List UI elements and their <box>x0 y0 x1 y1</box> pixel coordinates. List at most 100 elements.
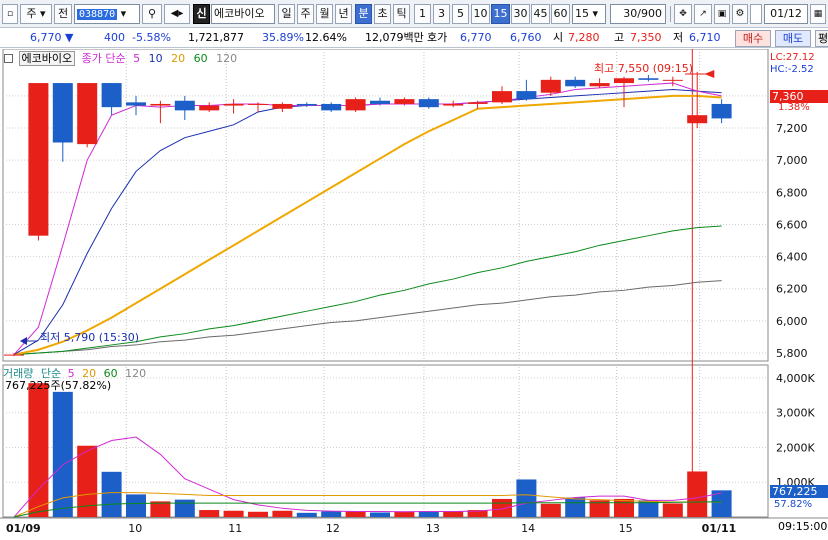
candle-body <box>370 100 390 104</box>
chart-canvas[interactable]: 7,4007,2007,0006,8006,6006,4006,2006,000… <box>0 49 828 540</box>
candle-body <box>28 83 49 236</box>
time-label: 09:15:00 <box>778 520 828 533</box>
volume-bar <box>345 511 366 517</box>
pct-tag: 1.38% <box>778 102 810 113</box>
candle-body <box>345 99 366 111</box>
count-field[interactable]: 30/900 <box>610 4 666 24</box>
volume-bar <box>199 510 220 517</box>
interval-60[interactable]: 60 <box>551 4 570 24</box>
window-menu-icon[interactable]: ▫ <box>2 4 18 24</box>
ratio: 12.64% <box>305 31 347 44</box>
ask-price: 6,770 <box>460 31 492 44</box>
candle-body <box>467 102 488 104</box>
sell-button[interactable]: 매도 <box>775 30 811 47</box>
period-minute[interactable]: 분 <box>355 4 372 24</box>
interval-30[interactable]: 30 <box>511 4 530 24</box>
candle-body <box>516 91 537 100</box>
calendar-icon[interactable]: ▦ <box>810 4 826 24</box>
volume-bar <box>248 511 268 517</box>
period-year[interactable]: 년 <box>335 4 352 24</box>
market-label: 주 <box>26 7 37 20</box>
save-icon[interactable]: ▣ <box>714 4 730 24</box>
volume-axis-label: 4,000K <box>776 372 815 385</box>
interval-15[interactable]: 15 <box>491 4 510 24</box>
all-button[interactable]: 전 <box>54 4 72 24</box>
x-axis-label: 12 <box>326 522 340 535</box>
gear-icon[interactable]: ⚙ <box>732 4 748 24</box>
new-badge[interactable]: 신 <box>193 4 210 24</box>
toolbar: ▫ 주 ▾ 전 038870 ▾ ⚲ ◀▸ 신 에코바이오 일 주 월 년 분 … <box>0 0 828 28</box>
ma10-label: 10 <box>148 52 163 65</box>
price-axis-label: 6,000 <box>776 315 808 328</box>
candle-body <box>638 78 659 80</box>
candle-body <box>614 78 634 84</box>
trade-amount: 12,079백만 <box>365 31 424 44</box>
candle-body <box>418 99 439 108</box>
volume-bar <box>174 499 195 517</box>
price-axis-label: 7,000 <box>776 154 808 167</box>
volume-bar <box>223 510 244 517</box>
price-axis-label: 5,800 <box>776 347 808 360</box>
price-legend: 에코바이오 종가 단순 5 10 20 60 120 <box>4 51 242 66</box>
magnifier-icon[interactable]: ⚲ <box>142 4 162 24</box>
ma10-line <box>13 88 722 356</box>
candle-body <box>565 79 586 87</box>
candle-body <box>296 103 317 106</box>
volume-axis-label: 2,000K <box>776 441 815 454</box>
x-axis-label: 10 <box>128 522 142 535</box>
extra-button[interactable]: 평 <box>815 30 828 47</box>
chart-area[interactable]: 7,4007,2007,0006,8006,6006,4006,2006,000… <box>0 49 828 540</box>
date-checkbox[interactable] <box>750 4 762 24</box>
price-axis-label: 6,800 <box>776 186 808 199</box>
price-axis-label: 6,600 <box>776 218 808 231</box>
candle-body <box>101 83 122 108</box>
interval-10[interactable]: 10 <box>471 4 490 24</box>
candle-body <box>126 102 146 106</box>
period-second[interactable]: 초 <box>374 4 391 24</box>
interval-5[interactable]: 5 <box>452 4 469 24</box>
price-axis-label: 7,200 <box>776 122 808 135</box>
down-arrow-icon: ▼ <box>61 31 74 44</box>
change-rate: -5.58% <box>132 31 171 44</box>
window-icon <box>4 54 13 63</box>
stock-code-input[interactable]: 038870 ▾ <box>74 4 140 24</box>
volume-bar <box>662 503 683 517</box>
period-month[interactable]: 월 <box>316 4 333 24</box>
ma60-label: 60 <box>193 52 208 65</box>
market-select[interactable]: 주 ▾ <box>20 4 52 24</box>
interval-45[interactable]: 45 <box>531 4 550 24</box>
vma120-label: 120 <box>125 367 147 380</box>
volume-bar <box>150 501 171 517</box>
draw-line-icon[interactable]: ↗ <box>694 4 712 24</box>
period-week[interactable]: 주 <box>297 4 314 24</box>
candle-body <box>4 354 24 356</box>
crosshair-icon[interactable]: ✥ <box>674 4 692 24</box>
candle-body <box>272 103 293 109</box>
low-price: 6,710 <box>689 31 721 44</box>
period-tick[interactable]: 틱 <box>393 4 410 24</box>
volume-axis-label: 3,000K <box>776 407 815 420</box>
x-axis-label: 01/11 <box>702 522 737 535</box>
speaker-icon[interactable]: ◀▸ <box>164 4 190 24</box>
stock-code-value: 038870 <box>77 9 118 20</box>
ma5-label: 5 <box>133 52 141 65</box>
price-axis-label: 6,400 <box>776 251 808 264</box>
turnover-rate: 35.89% <box>262 31 304 44</box>
current-price-value: 6,770 <box>30 31 62 44</box>
candle-body <box>687 115 708 124</box>
ma20-line <box>13 94 722 356</box>
buy-button[interactable]: 매수 <box>735 30 771 47</box>
date-field[interactable]: 01/12 <box>764 4 808 24</box>
candle-body <box>223 103 244 106</box>
candle-body <box>199 105 220 111</box>
interval-select[interactable]: 15 ▾ <box>572 4 606 24</box>
candle-body <box>77 83 98 145</box>
hc-label: HC:-2.52 <box>770 64 814 75</box>
period-day[interactable]: 일 <box>278 4 295 24</box>
interval-1[interactable]: 1 <box>414 4 431 24</box>
interval-3[interactable]: 3 <box>433 4 450 24</box>
stock-name-field[interactable]: 에코바이오 <box>211 4 275 24</box>
x-axis-label: 11 <box>228 522 242 535</box>
volume-tag: 767,225 <box>770 485 828 498</box>
volume-readout: 767,225주(57.82%) <box>5 379 112 392</box>
